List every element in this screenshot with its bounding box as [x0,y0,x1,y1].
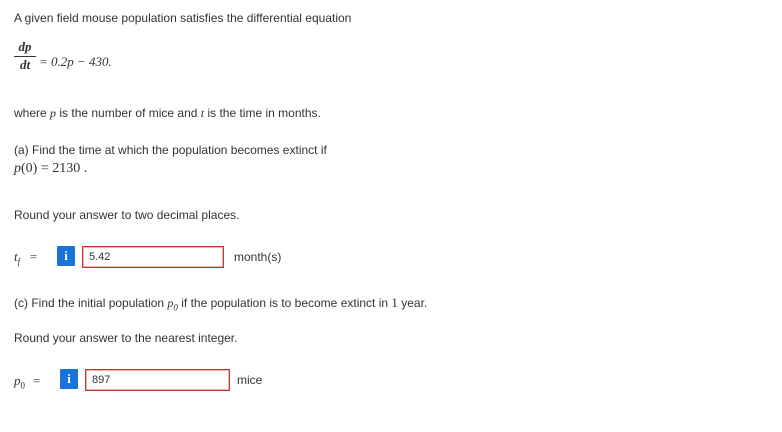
part-c-question: (c) Find the initial population p0 if th… [14,295,427,312]
tf-label: tf [14,249,20,267]
part-a-condition: p(0) = 2130 . [14,159,87,177]
info-button-a[interactable]: i [57,246,75,266]
unit-label-a: month(s) [234,250,282,264]
where-pre: where [14,106,51,120]
c-question-post: year. [397,296,428,310]
where-post: is the time in months. [204,106,321,120]
p0-equals: = [33,373,41,388]
where-mid: is the number of mice and [56,106,201,120]
fraction-numerator: dp [18,39,32,54]
c-question-pre: (c) Find the initial population [14,296,168,310]
derivative-fraction: dp dt [14,40,36,72]
unit-label-c: mice [237,373,263,387]
answer-input-a[interactable]: 5.42 [82,246,224,268]
p0-sub: 0 [20,380,26,391]
variable-description: where p is the number of mice and t is t… [14,106,321,121]
p0-label: p0 [14,373,25,391]
equation-rhs: = 0.2p − 430. [39,54,112,69]
c-question-mid: if the population is to become extinct i… [177,296,392,310]
problem-intro: A given field mouse population satisfies… [14,11,352,25]
condition-rest: (0) = 2130 . [21,161,88,176]
tf-equals: = [30,249,38,264]
part-a-rounding: Round your answer to two decimal places. [14,208,240,222]
info-button-c[interactable]: i [60,369,78,389]
tf-sub: f [17,256,21,267]
condition-p: p [14,161,21,176]
part-c-rounding: Round your answer to the nearest integer… [14,331,238,345]
fraction-denominator: dt [19,57,31,72]
answer-input-c[interactable]: 897 [85,369,230,391]
part-a-question: (a) Find the time at which the populatio… [14,143,327,157]
